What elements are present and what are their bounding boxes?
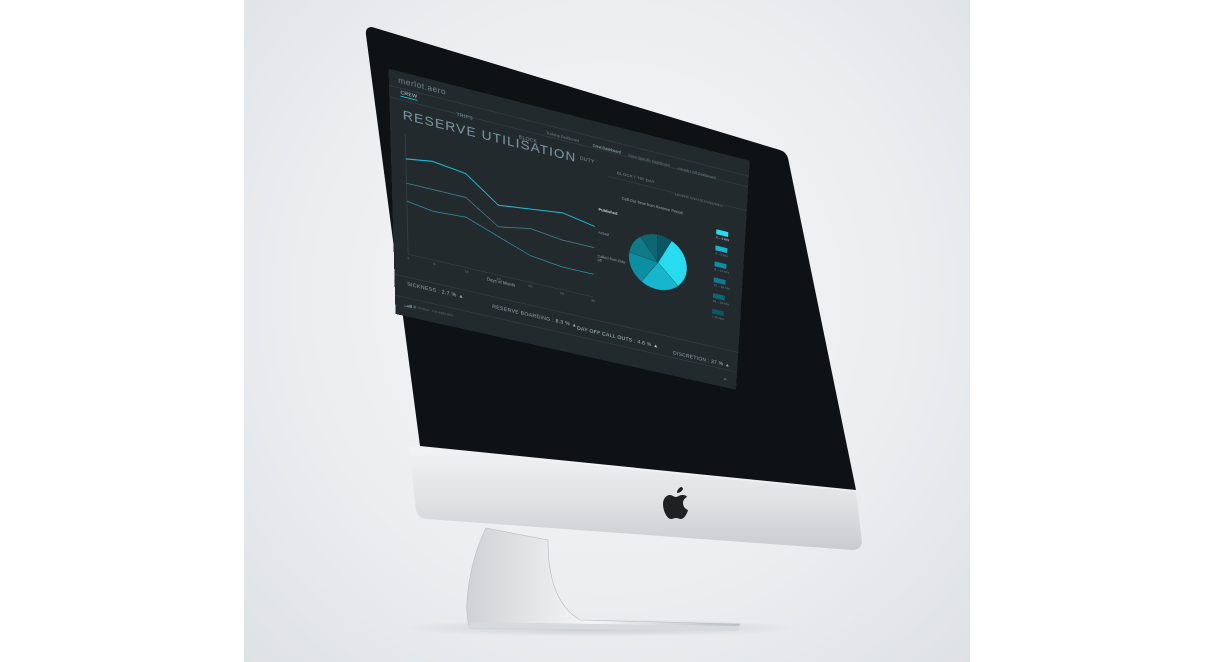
pie-slices-group	[628, 228, 688, 296]
trend-up-icon: ▲	[458, 293, 464, 300]
exit-icon[interactable]: ⏏	[723, 376, 726, 380]
grid-icon: ▦	[413, 304, 417, 310]
trend-up-icon: ▲	[653, 343, 659, 350]
stand	[466, 527, 741, 631]
trend-up-icon: ▲	[724, 362, 731, 369]
